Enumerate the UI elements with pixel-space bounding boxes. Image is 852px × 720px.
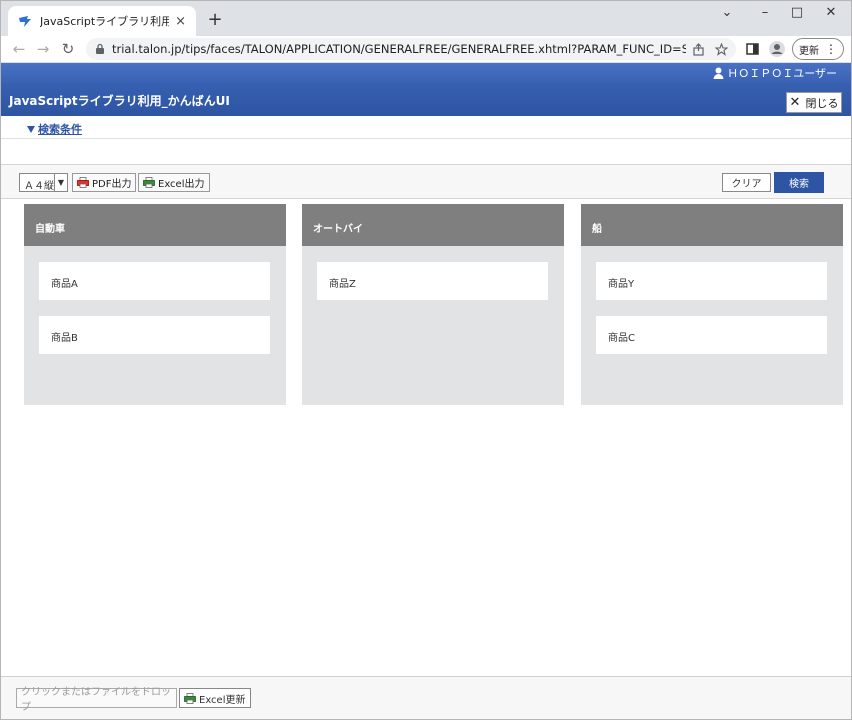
- pdf-export-label: PDF出力: [92, 179, 132, 190]
- pdf-export-button[interactable]: PDF出力: [72, 173, 137, 192]
- lock-icon: [96, 43, 104, 54]
- profile-avatar-icon[interactable]: [768, 40, 786, 58]
- page-size-value: Ａ４縦: [24, 181, 54, 192]
- search-conditions-toggle[interactable]: 検索条件: [27, 121, 82, 137]
- close-icon: ✕: [789, 95, 801, 110]
- talon-favicon-icon: [19, 16, 31, 27]
- tab-title: JavaScriptライブラリ利用_かんばんUI: [40, 15, 170, 28]
- reload-button[interactable]: ↻: [57, 38, 79, 60]
- forward-button[interactable]: →: [32, 38, 54, 60]
- browser-update-button[interactable]: 更新 ⋮: [792, 38, 844, 60]
- excel-update-button[interactable]: Excel更新: [179, 688, 251, 708]
- triangle-down-icon: ▼: [54, 174, 67, 191]
- kanban-card[interactable]: 商品Z: [317, 262, 548, 300]
- search-button[interactable]: 検索: [774, 172, 824, 193]
- window-close-button[interactable]: ✕: [816, 2, 846, 24]
- kanban-column: 船 商品Y 商品C: [581, 204, 843, 405]
- triangle-down-icon: [27, 125, 35, 133]
- close-page-button[interactable]: ✕ 閉じる: [786, 92, 842, 113]
- star-icon[interactable]: [715, 42, 728, 56]
- browser-tab-strip: JavaScriptライブラリ利用_かんばんUI × + ⌄ – □ ✕: [0, 0, 852, 36]
- kanban-column-title: 船: [581, 204, 843, 246]
- user-name: ＨＯＩＰＯＩユーザー: [727, 67, 837, 80]
- kanban-card[interactable]: 商品C: [596, 316, 827, 354]
- page-size-select[interactable]: Ａ４縦 ▼: [19, 173, 68, 192]
- printer-icon: [184, 692, 196, 704]
- kanban-column-title: オートバイ: [302, 204, 564, 246]
- user-info[interactable]: ＨＯＩＰＯＩユーザー: [713, 65, 837, 81]
- app-user-bar: ＨＯＩＰＯＩユーザー: [1, 63, 851, 83]
- back-button[interactable]: ←: [8, 38, 30, 60]
- menu-icon: ⋮: [825, 42, 837, 56]
- browser-tab[interactable]: JavaScriptライブラリ利用_かんばんUI ×: [8, 6, 196, 36]
- excel-export-button[interactable]: Excel出力: [138, 173, 210, 192]
- clear-button[interactable]: クリア: [722, 173, 771, 192]
- printer-icon: [77, 177, 89, 188]
- address-bar[interactable]: trial.talon.jp/tips/faces/TALON/APPLICAT…: [86, 38, 736, 60]
- update-label: 更新: [799, 45, 819, 57]
- side-panel-icon[interactable]: [744, 40, 762, 58]
- kanban-column: 自動車 商品A 商品B: [24, 204, 286, 405]
- close-label: 閉じる: [805, 96, 839, 110]
- excel-update-label: Excel更新: [199, 694, 246, 706]
- maximize-button[interactable]: □: [782, 2, 812, 24]
- kanban-column-title: 自動車: [24, 204, 286, 246]
- browser-toolbar: ← → ↻ trial.talon.jp/tips/faces/TALON/AP…: [0, 36, 852, 63]
- file-drop-zone[interactable]: クリックまたはファイルをドロップ: [16, 687, 177, 713]
- action-toolbar: Ａ４縦 ▼ PDF出力 Excel出力 クリア 検索: [1, 164, 851, 199]
- search-conditions-label: 検索条件: [38, 123, 82, 136]
- minimize-button[interactable]: –: [750, 2, 780, 24]
- kanban-card[interactable]: 商品A: [39, 262, 270, 300]
- divider: [1, 138, 851, 139]
- kanban-column: オートバイ 商品Z: [302, 204, 564, 405]
- app-title-bar: JavaScriptライブラリ利用_かんばんUI: [1, 83, 851, 116]
- tab-close-icon[interactable]: ×: [175, 14, 186, 29]
- tab-search-icon[interactable]: ⌄: [712, 2, 742, 24]
- url-text: trial.talon.jp/tips/faces/TALON/APPLICAT…: [112, 42, 686, 56]
- kanban-card[interactable]: 商品B: [39, 316, 270, 354]
- new-tab-button[interactable]: +: [205, 9, 225, 30]
- share-icon[interactable]: [692, 42, 705, 56]
- excel-export-label: Excel出力: [158, 179, 205, 190]
- user-icon: [713, 67, 724, 79]
- kanban-card[interactable]: 商品Y: [596, 262, 827, 300]
- footer-bar: クリックまたはファイルをドロップ Excel更新: [1, 676, 851, 719]
- printer-icon: [143, 177, 155, 188]
- page-title: JavaScriptライブラリ利用_かんばんUI: [9, 94, 230, 108]
